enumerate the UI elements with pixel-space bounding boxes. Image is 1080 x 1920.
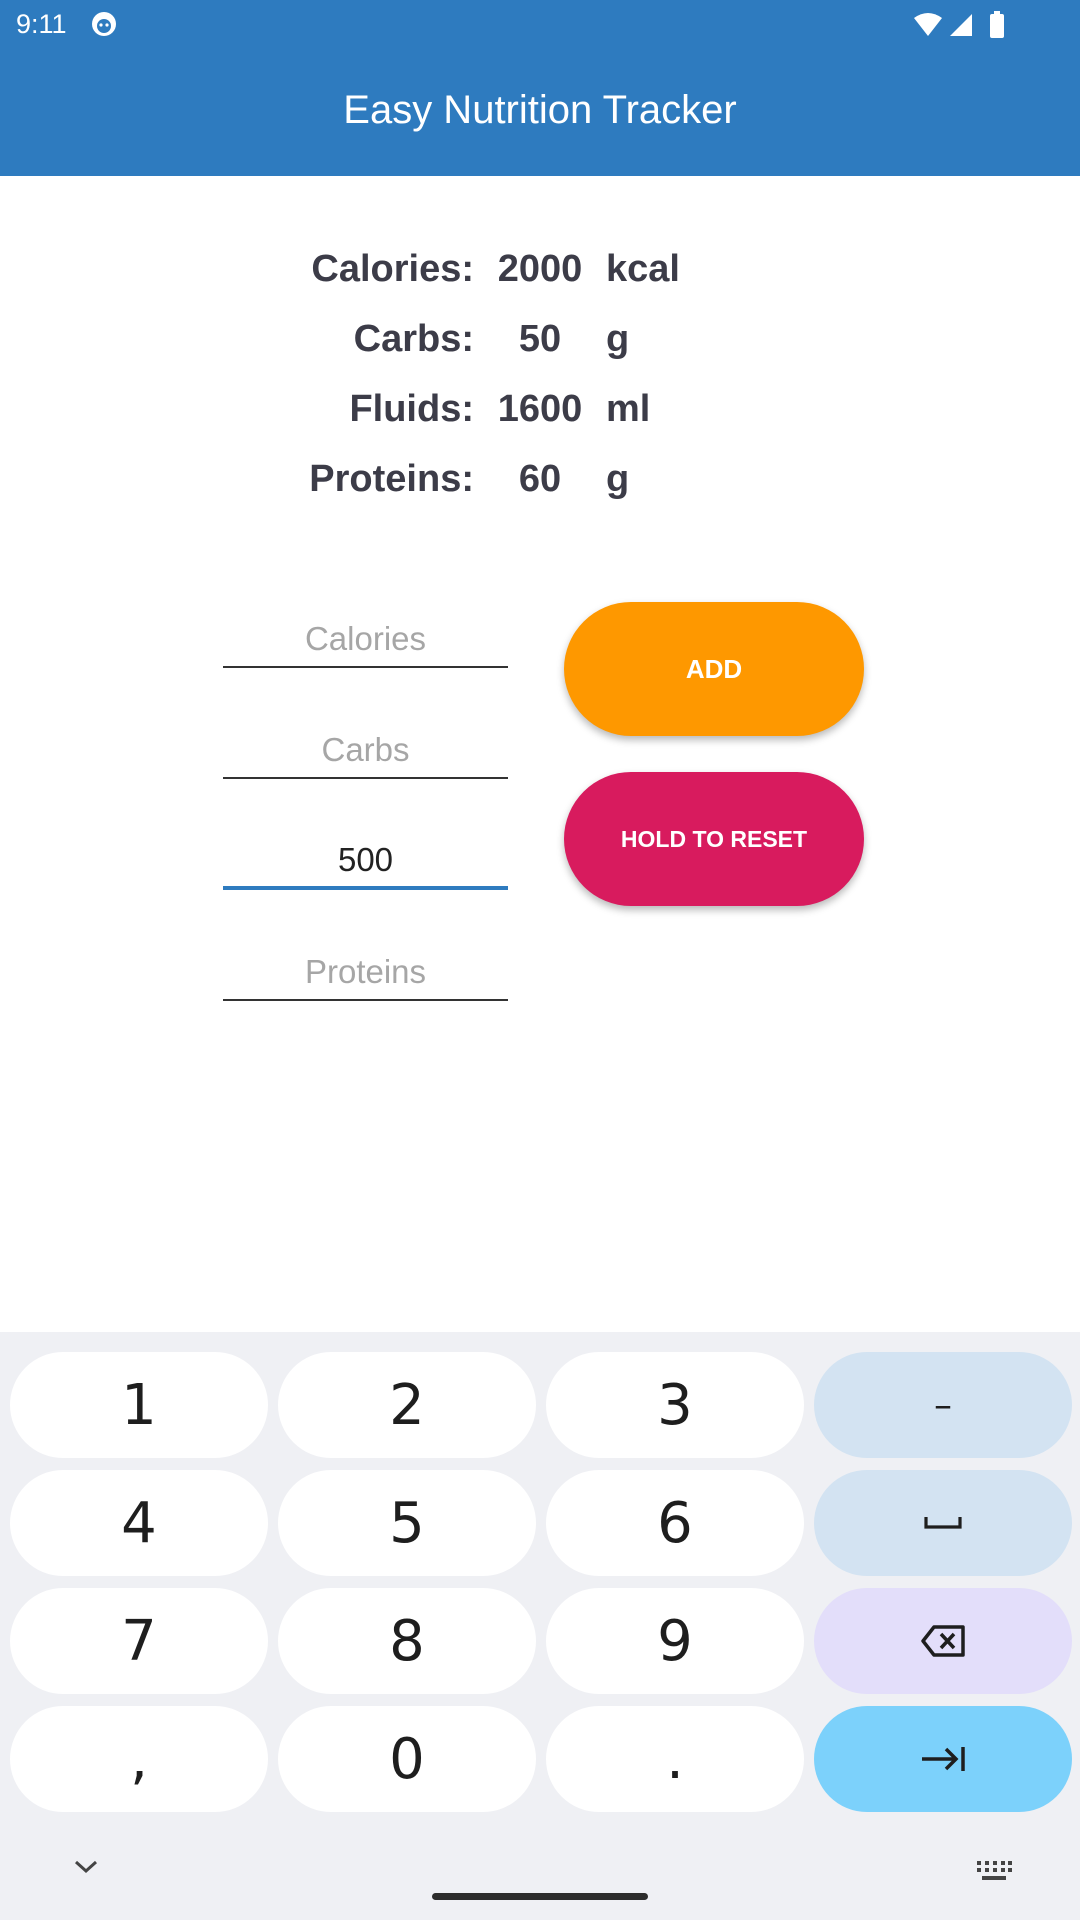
key-6[interactable]: 6 [546,1470,804,1576]
key-space[interactable] [814,1470,1072,1576]
total-value: 50 [518,318,562,360]
total-value: 2000 [497,248,583,290]
hold-to-reset-button[interactable]: HOLD TO RESET [564,772,864,906]
signal-icon [950,14,972,36]
notification-icon [92,12,116,36]
key-backspace[interactable] [814,1588,1072,1694]
carbs-field[interactable] [223,723,508,779]
key-tab-next[interactable] [814,1706,1072,1812]
total-row-proteins: Proteins: 60 g [0,458,1080,518]
total-row-calories: Calories: 2000 kcal [0,248,1080,308]
fluids-field[interactable] [223,834,508,890]
total-unit: g [606,458,630,500]
key-2[interactable]: 2 [278,1352,536,1458]
wifi-icon [914,13,942,36]
app-title: Easy Nutrition Tracker [343,88,737,132]
total-row-carbs: Carbs: 50 g [0,318,1080,378]
key-8[interactable]: 8 [278,1588,536,1694]
space-icon [924,1517,962,1529]
key-0[interactable]: 0 [278,1706,536,1812]
total-label: Carbs: [353,318,474,360]
add-button[interactable]: ADD [564,602,864,736]
key-dash[interactable]: – [814,1352,1072,1458]
key-3[interactable]: 3 [546,1352,804,1458]
backspace-icon [921,1625,965,1657]
calories-input[interactable] [223,612,508,666]
carbs-input[interactable] [223,723,508,777]
tab-arrow-icon [922,1747,965,1771]
total-label: Fluids: [349,388,474,430]
hide-keyboard-chevron-icon[interactable] [72,1856,100,1876]
total-value: 60 [518,458,562,500]
total-value: 1600 [497,388,583,430]
key-4[interactable]: 4 [10,1470,268,1576]
key-comma[interactable]: , [10,1706,268,1812]
key-5[interactable]: 5 [278,1470,536,1576]
fluids-input[interactable] [223,834,508,886]
gesture-nav-handle[interactable] [432,1893,648,1900]
key-7[interactable]: 7 [10,1588,268,1694]
key-1[interactable]: 1 [10,1352,268,1458]
total-label: Calories: [311,248,474,290]
system-status-icons [914,11,1004,38]
calories-field[interactable] [223,612,508,668]
battery-icon [990,14,1004,38]
total-label: Proteins: [309,458,474,500]
proteins-field[interactable] [223,945,508,1001]
proteins-input[interactable] [223,945,508,999]
total-unit: g [606,318,630,360]
key-9[interactable]: 9 [546,1588,804,1694]
status-time: 9:11 [16,9,67,39]
total-unit: kcal [606,248,680,290]
keyboard-switch-icon[interactable] [976,1860,1012,1882]
total-row-fluids: Fluids: 1600 ml [0,388,1080,448]
app-bar: 9:11 Easy Nutrition Tracker [0,0,1080,176]
status-bar: 9:11 [0,0,1080,50]
key-period[interactable]: . [546,1706,804,1812]
total-unit: ml [606,388,651,430]
